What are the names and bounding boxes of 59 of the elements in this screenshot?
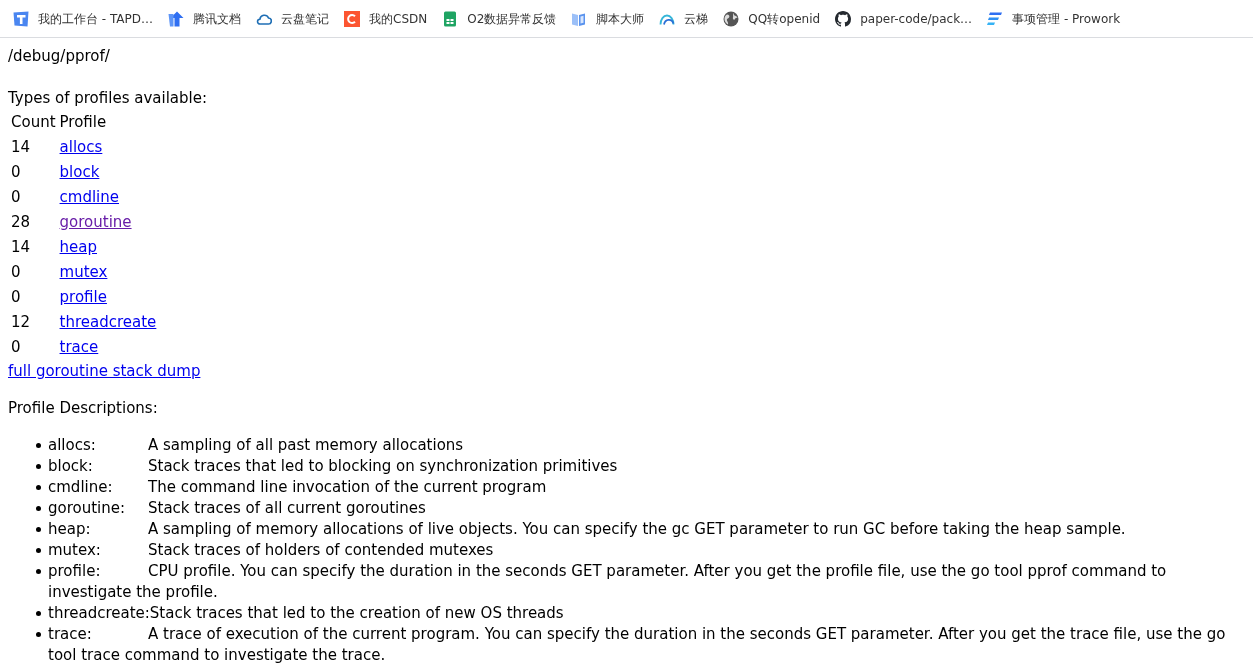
profile-link[interactable]: goroutine xyxy=(59,213,132,231)
bookmark-link[interactable]: QQ转openid xyxy=(723,10,821,27)
arc-tile-icon xyxy=(344,10,361,27)
count-cell-text: 14 xyxy=(10,137,32,158)
full-dump-link[interactable]: full goroutine stack dump xyxy=(8,362,201,380)
bullet-icon xyxy=(36,506,41,511)
count-cell-text: 0 xyxy=(10,162,22,183)
bookmark-link[interactable]: paper-code/pack… xyxy=(835,10,973,27)
count-cell-text: 12 xyxy=(10,312,32,333)
bullet-icon xyxy=(36,548,41,553)
bullet-icon xyxy=(36,527,41,532)
profile-link[interactable]: profile xyxy=(59,288,107,306)
bookmark-link[interactable]: 云梯 xyxy=(659,10,709,27)
page-path: /debug/pprof/ xyxy=(8,46,111,67)
bookmark-link[interactable]: 脚本大师 xyxy=(571,10,645,27)
profile-description: heap: A sampling of memory allocations of live objects. You can specify the gc GET parameter to run GC before taking the heap sample. xyxy=(48,519,1127,540)
bullet-icon xyxy=(36,485,41,490)
profile-link[interactable]: allocs xyxy=(59,138,103,156)
profile-link[interactable]: heap xyxy=(59,238,97,256)
count-cell-text: 0 xyxy=(10,187,22,208)
profile-link[interactable]: mutex xyxy=(59,263,108,281)
bullet-icon xyxy=(36,569,41,574)
bookmark-link[interactable]: 事项管理 - Prowork xyxy=(987,10,1121,27)
profile-description: trace: A trace of execution of the current program. You can specify the duration in the seconds GET parameter. After you get the trace file, use the go tool trace command to investigate the trace. xyxy=(48,624,1227,666)
profile-description: profile: CPU profile. You can specify the duration in the seconds GET parameter. After you get the profile file, use the go tool pprof command to investigate the profile. xyxy=(48,561,1168,603)
bookmark-link[interactable]: 我的CSDN xyxy=(344,10,428,27)
profile-description: block: Stack traces that led to blocking on synchronization primitives xyxy=(48,456,619,477)
section-heading: Types of profiles available: xyxy=(8,88,208,109)
profile-description: cmdline: The command line invocation of the current program xyxy=(48,477,548,498)
bookmark-link[interactable]: O2数据异常反馈 xyxy=(442,10,557,27)
globe-icon xyxy=(723,10,740,27)
count-cell-text: 0 xyxy=(10,262,22,283)
profile-link[interactable]: block xyxy=(59,163,100,181)
profile-description: goroutine: Stack traces of all current goroutines xyxy=(48,498,427,519)
arrow-icon xyxy=(168,10,185,27)
spreadsheet-icon xyxy=(442,10,459,27)
profile-description: allocs: A sampling of all past memory allocations xyxy=(48,435,465,456)
count-cell-text: 0 xyxy=(10,337,22,358)
bookmark-link[interactable]: 云盘笔记 xyxy=(256,10,330,27)
bookmark-link[interactable]: 我的工作台 - TAPD… xyxy=(13,10,154,27)
lines-icon xyxy=(987,10,1004,27)
tile-icon xyxy=(13,10,29,27)
bullet-icon xyxy=(36,611,41,616)
bullet-icon xyxy=(36,632,41,637)
count-cell-text: 0 xyxy=(10,287,22,308)
count-cell-text: 14 xyxy=(10,237,32,258)
profile-description: threadcreate:Stack traces that led to the creation of new OS threads xyxy=(48,603,565,624)
profile-description: mutex: Stack traces of holders of contended mutexes xyxy=(48,540,495,561)
bullet-icon xyxy=(36,443,41,448)
profile-link[interactable]: trace xyxy=(59,338,99,356)
cat-icon xyxy=(835,10,852,27)
bookmark-link[interactable]: 腾讯文档 xyxy=(168,10,242,27)
bullet-icon xyxy=(36,464,41,469)
profile-link[interactable]: threadcreate xyxy=(59,313,157,331)
section-heading: Profile Descriptions: xyxy=(8,398,159,419)
profile-link[interactable]: cmdline xyxy=(59,188,119,206)
column-header: Profile xyxy=(58,112,108,133)
column-header: Count xyxy=(10,112,57,133)
count-cell-text: 28 xyxy=(10,212,32,233)
